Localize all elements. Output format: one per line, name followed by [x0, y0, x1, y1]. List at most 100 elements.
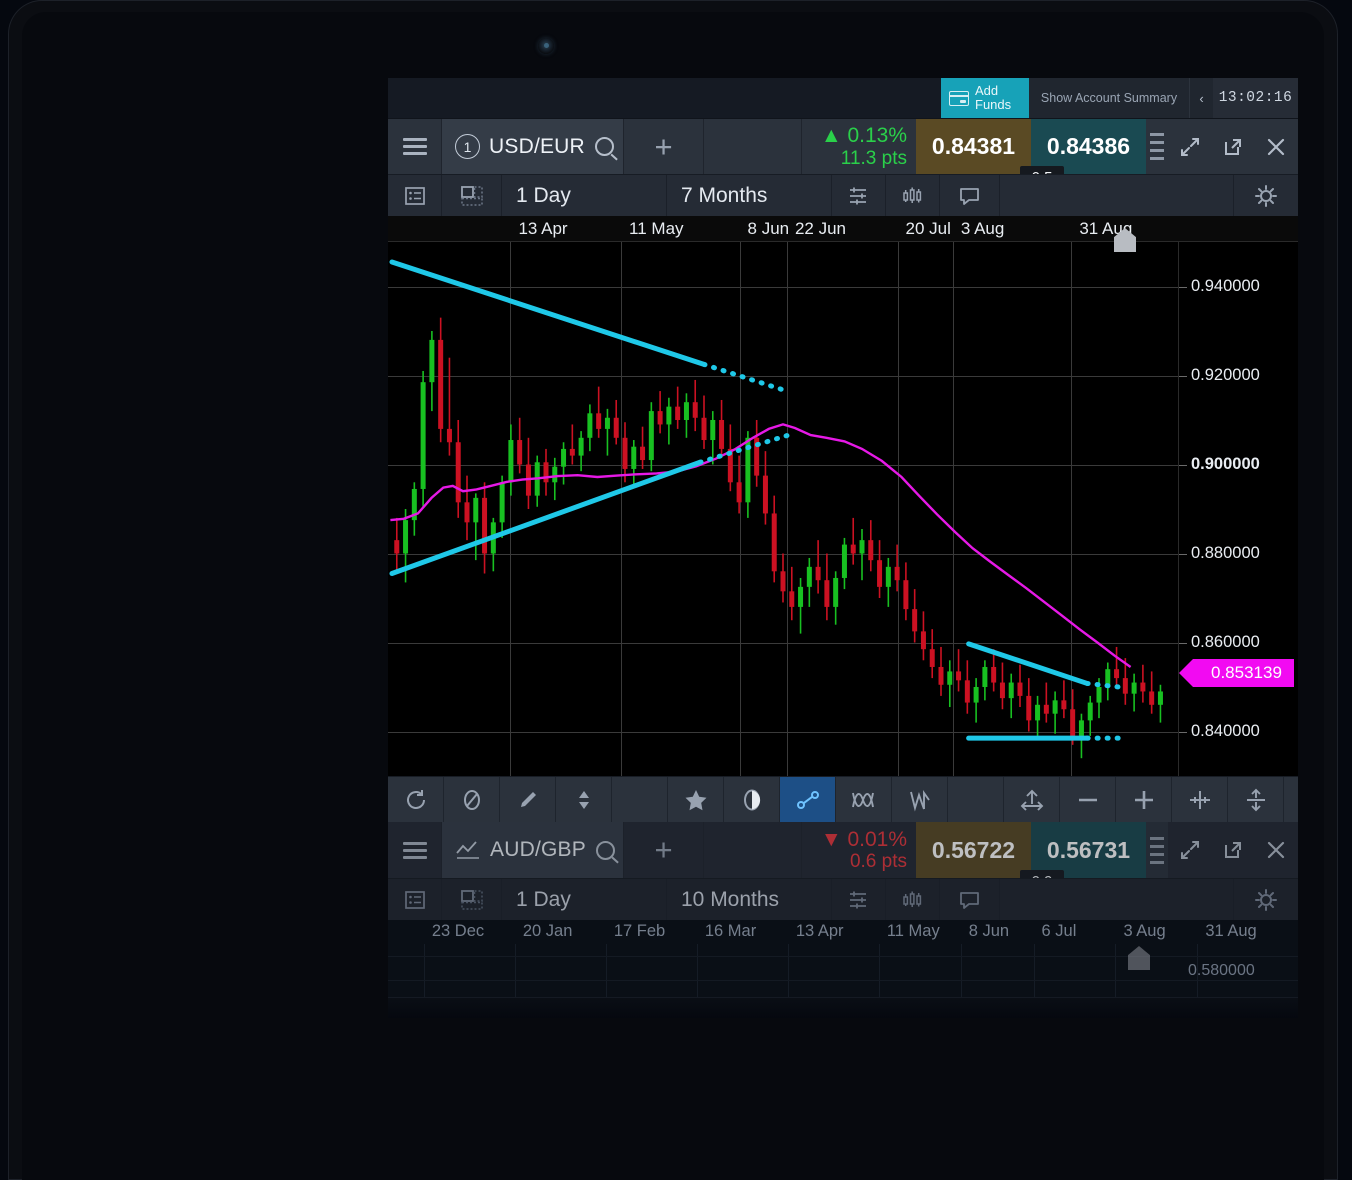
panel2-chart-window[interactable]: AUD/GBP + ▼ 0.01% 0.6 pts 0.56722 0.5673… — [388, 822, 1298, 997]
panel2-interval-selector[interactable]: 1 Day — [502, 879, 667, 920]
crosshair-icon[interactable] — [1172, 777, 1228, 822]
panel2-depth-ladder-icon[interactable] — [1146, 822, 1168, 878]
panel1-date-tick: 3 Aug — [961, 219, 1005, 239]
panel2-date-tick: 17 Feb — [614, 922, 665, 941]
price-tick-mark — [1179, 465, 1187, 466]
panel2-expand-icon[interactable] — [1178, 838, 1202, 862]
panel2-popout-icon[interactable] — [1221, 838, 1245, 862]
panel2-symbol-selector[interactable]: AUD/GBP — [442, 822, 624, 878]
panel1-instrument-header: 1 USD/EUR + ▲ 0.13% 11.3 pts 0.84381 0.8… — [388, 118, 1298, 174]
panel1-price-axis[interactable]: 0.9400000.9200000.9000000.8800000.860000… — [1178, 242, 1298, 776]
star-icon[interactable] — [668, 777, 724, 822]
panel2-chart-toolbar: 1 Day 10 Months — [388, 878, 1298, 920]
panel1-settings-gear-icon[interactable] — [1234, 175, 1298, 216]
move-crosshair-icon[interactable] — [1004, 777, 1060, 822]
updown-arrows-icon[interactable] — [556, 777, 612, 822]
moving-average-line — [390, 424, 1130, 667]
panel2-add-button[interactable]: + — [624, 822, 704, 878]
panel2-date-axis: 23 Dec20 Jan17 Feb16 Mar13 Apr11 May8 Ju… — [388, 920, 1298, 944]
panel1-change-points: 11.3 pts — [841, 148, 907, 169]
panel1-symbol-selector[interactable]: 1 USD/EUR — [442, 119, 624, 174]
panel1-list-icon[interactable] — [388, 175, 442, 216]
panel2-change-percent: ▼ 0.01% — [821, 828, 907, 852]
panel1-popout-icon[interactable] — [1221, 135, 1245, 159]
panel2-toolbar-spacer — [1000, 879, 1234, 920]
panel1-price-tick: 0.840000 — [1191, 722, 1260, 741]
panel2-search-icon[interactable] — [596, 841, 615, 860]
wave-icon[interactable] — [836, 777, 892, 822]
panel1-number-badge: 1 — [455, 134, 480, 159]
panel1-price-tick: 0.860000 — [1191, 633, 1260, 652]
panel2-date-tick: 6 Jul — [1042, 922, 1077, 941]
price-tick-mark — [1179, 287, 1187, 288]
refresh-icon[interactable] — [388, 777, 444, 822]
panel2-change-points: 0.6 pts — [850, 851, 907, 872]
panel1-change-block: ▲ 0.13% 11.3 pts — [802, 119, 916, 174]
clock-display: 13:02:16 — [1213, 78, 1298, 118]
panel2-menu-button[interactable] — [388, 822, 442, 878]
panel2-gridline-horizontal — [388, 980, 1298, 981]
screen-bottom-fade — [388, 998, 1298, 1018]
panel2-date-tick: 16 Mar — [705, 922, 756, 941]
panel1-plot-area[interactable] — [388, 242, 1178, 776]
panel1-close-icon[interactable] — [1264, 135, 1288, 159]
zigzag-icon[interactable] — [892, 777, 948, 822]
trendline-projection — [704, 364, 787, 391]
panel1-menu-button[interactable] — [388, 119, 442, 174]
panel1-date-tick: 13 Apr — [518, 219, 567, 239]
no-entry-icon[interactable] — [444, 777, 500, 822]
panel1-interval-selector[interactable]: 1 Day — [502, 175, 667, 216]
panel1-date-tick: 22 Jun — [795, 219, 846, 239]
add-funds-button[interactable]: Add Funds — [941, 78, 1029, 118]
add-funds-label-line1: Add — [975, 84, 1011, 98]
panel1-layout-icon[interactable] — [442, 175, 502, 216]
price-tick-mark — [1179, 732, 1187, 733]
contrast-icon[interactable] — [724, 777, 780, 822]
panel2-date-tick: 23 Dec — [432, 922, 484, 941]
panel2-comment-icon[interactable] — [940, 879, 1000, 920]
panel2-date-marker[interactable] — [1128, 946, 1150, 970]
panel1-indicator-settings-icon[interactable] — [832, 175, 886, 216]
pencil-icon[interactable] — [500, 777, 556, 822]
show-account-summary-button[interactable]: Show Account Summary — [1029, 78, 1189, 118]
panel1-add-button[interactable]: + — [624, 119, 704, 174]
panel2-sell-price[interactable]: 0.56722 — [916, 822, 1031, 878]
panel2-range-selector[interactable]: 10 Months — [667, 879, 832, 920]
panel2-gridline-vertical — [697, 944, 698, 997]
panel1-chart[interactable]: 13 Apr11 May8 Jun22 Jun20 Jul3 Aug31 Aug… — [388, 216, 1298, 776]
panel2-settings-gear-icon[interactable] — [1234, 879, 1298, 920]
panel2-price-label: 0.580000 — [1188, 962, 1255, 980]
panel1-date-tick: 8 Jun — [748, 219, 790, 239]
panel2-chart-area[interactable]: 23 Dec20 Jan17 Feb16 Mar13 Apr11 May8 Ju… — [388, 920, 1298, 997]
panel1-range-selector[interactable]: 7 Months — [667, 175, 832, 216]
panel2-gridline-vertical — [424, 944, 425, 997]
panel1-symbol-label: USD/EUR — [489, 135, 585, 159]
panel1-price-tick: 0.900000 — [1191, 455, 1260, 474]
panel2-chart-type-icon[interactable] — [886, 879, 940, 920]
price-tick-mark — [1179, 554, 1187, 555]
line-tool-icon[interactable] — [780, 777, 836, 822]
screenshot-root: + 854/ 9854 i i — [0, 0, 1352, 1180]
panel2-list-icon[interactable] — [388, 879, 442, 920]
panel2-date-tick: 13 Apr — [796, 922, 844, 941]
panel2-close-icon[interactable] — [1264, 838, 1288, 862]
panel2-indicator-settings-icon[interactable] — [832, 879, 886, 920]
add-funds-label-line2: Funds — [975, 98, 1011, 112]
panel1-sell-price[interactable]: 0.84381 — [916, 119, 1031, 174]
trendline-projection — [1087, 683, 1127, 687]
panel1-comment-icon[interactable] — [940, 175, 1000, 216]
panel2-gridline-horizontal — [388, 956, 1298, 957]
vertical-arrows-icon[interactable] — [1228, 777, 1284, 822]
search-icon[interactable] — [595, 137, 614, 156]
panel1-expand-icon[interactable] — [1178, 135, 1202, 159]
minus-icon[interactable] — [1060, 777, 1116, 822]
panel1-depth-ladder-icon[interactable] — [1146, 119, 1168, 174]
plus-icon[interactable] — [1116, 777, 1172, 822]
panel2-layout-icon[interactable] — [442, 879, 502, 920]
panel2-instrument-header: AUD/GBP + ▼ 0.01% 0.6 pts 0.56722 0.5673… — [388, 822, 1298, 878]
panel1-price-tick: 0.880000 — [1191, 544, 1260, 563]
panel1-drawing-toolbar — [388, 776, 1298, 822]
collapse-caret-icon[interactable]: ‹ — [1189, 78, 1213, 118]
panel1-chart-type-icon[interactable] — [886, 175, 940, 216]
panel2-date-tick: 20 Jan — [523, 922, 573, 941]
